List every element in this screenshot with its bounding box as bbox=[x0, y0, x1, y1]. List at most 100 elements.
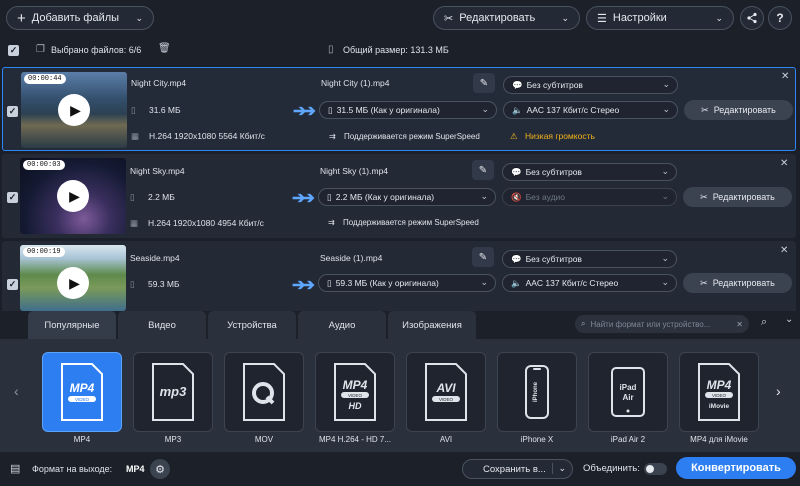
svg-text:VIDEO: VIDEO bbox=[712, 393, 727, 398]
rename-button[interactable]: ✎ bbox=[472, 160, 494, 180]
format-search-input[interactable]: ⌕ Найти формат или устройство... ✕ bbox=[575, 315, 749, 333]
warning-icon: ⚠ bbox=[510, 131, 518, 141]
tab-devices[interactable]: Устройства bbox=[208, 311, 296, 339]
close-icon[interactable]: ✕ bbox=[736, 320, 743, 329]
svg-text:VIDEO: VIDEO bbox=[439, 397, 454, 402]
file-checkbox[interactable]: ✓ bbox=[7, 106, 18, 117]
tools-icon: ✂ bbox=[444, 12, 454, 25]
svg-text:mp3: mp3 bbox=[160, 384, 188, 399]
close-icon[interactable]: ✕ bbox=[780, 158, 788, 169]
format-mp3[interactable]: mp3 bbox=[133, 352, 213, 432]
format-mp4[interactable]: MP4 VIDEO bbox=[42, 352, 122, 432]
format-ipad-air-2[interactable]: iPad Air bbox=[588, 352, 668, 432]
tab-video[interactable]: Видео bbox=[118, 311, 206, 339]
tab-popular[interactable]: Популярные bbox=[28, 311, 116, 339]
subtitles-select[interactable]: 💬 Без субтитров ⌄ bbox=[503, 76, 678, 94]
select-all-checkbox[interactable]: ✓ bbox=[8, 45, 19, 56]
add-files-button[interactable]: + Добавить файлы ⌄ bbox=[6, 6, 154, 30]
play-icon[interactable]: ▶ bbox=[57, 267, 89, 299]
svg-text:MP4: MP4 bbox=[343, 378, 368, 392]
collapse-chevron-icon[interactable]: ⌄ bbox=[785, 314, 793, 325]
output-format-value[interactable]: MP4 bbox=[126, 464, 145, 474]
save-to-button[interactable]: Сохранить в... ⌄ bbox=[462, 459, 573, 479]
audio-select[interactable]: 🔇 Без аудио ⌄ bbox=[502, 188, 677, 206]
output-size-label: 59.3 МБ (Как у оригинала) bbox=[335, 278, 439, 288]
play-icon[interactable]: ▶ bbox=[58, 94, 90, 126]
selection-bar: ✓ ❐ Выбрано файлов: 6/6 🗑 ▯ Общий размер… bbox=[0, 36, 800, 64]
format-label: MP3 bbox=[164, 435, 182, 444]
video-thumbnail[interactable]: 00:00:44 ▶ bbox=[21, 72, 127, 148]
output-size-select[interactable]: ▯ 2.2 МБ (Как у оригинала) ⌄ bbox=[318, 188, 496, 206]
output-settings-button[interactable]: ⚙ bbox=[150, 459, 170, 479]
file-checkbox[interactable]: ✓ bbox=[7, 279, 18, 290]
chevron-down-icon: ⌄ bbox=[561, 12, 569, 23]
rename-button[interactable]: ✎ bbox=[472, 247, 494, 267]
format-label: MP4 H.264 - HD 7... bbox=[318, 435, 392, 444]
subtitles-icon: 💬 bbox=[512, 79, 523, 90]
input-file-name: Night City.mp4 bbox=[131, 78, 187, 88]
chevron-down-icon: ⌄ bbox=[662, 79, 670, 89]
subtitles-select[interactable]: 💬 Без субтитров ⌄ bbox=[502, 163, 677, 181]
trash-icon[interactable]: 🗑 bbox=[158, 43, 171, 54]
format-mp4-hd[interactable]: MP4 VIDEO HD bbox=[315, 352, 395, 432]
convert-button[interactable]: Конвертировать bbox=[676, 457, 796, 479]
video-thumbnail[interactable]: 00:00:19 ▶ bbox=[20, 245, 126, 311]
format-mov[interactable] bbox=[224, 352, 304, 432]
audio-select[interactable]: 🔈 AAC 137 Кбит/с Стерео ⌄ bbox=[502, 274, 677, 292]
svg-text:Air: Air bbox=[622, 393, 633, 402]
close-icon[interactable]: ✕ bbox=[781, 71, 789, 82]
row-edit-button[interactable]: ✂ Редактировать bbox=[683, 273, 792, 293]
file-icon: ▯ bbox=[130, 192, 135, 202]
settings-label: Настройки bbox=[612, 12, 667, 24]
output-size-select[interactable]: ▯ 31.5 МБ (Как у оригинала) ⌄ bbox=[319, 101, 497, 119]
share-button[interactable] bbox=[740, 6, 764, 30]
row-edit-button[interactable]: ✂ Редактировать bbox=[684, 100, 793, 120]
mov-icon bbox=[243, 363, 285, 421]
row-edit-button[interactable]: ✂ Редактировать bbox=[683, 187, 792, 207]
file-row[interactable]: ✓ 00:00:44 ▶ Night City.mp4 ▯ 31.6 МБ ▦ … bbox=[2, 67, 796, 151]
pencil-icon: ✎ bbox=[478, 164, 488, 176]
svg-text:iMovie: iMovie bbox=[709, 403, 730, 410]
tab-images[interactable]: Изображения bbox=[388, 311, 476, 339]
close-icon[interactable]: ✕ bbox=[780, 245, 788, 256]
audio-select[interactable]: 🔈 AAC 137 Кбит/с Стерео ⌄ bbox=[503, 101, 678, 119]
rename-button[interactable]: ✎ bbox=[473, 73, 495, 93]
help-button[interactable]: ? bbox=[768, 6, 792, 30]
gear-icon: ⚙ bbox=[155, 463, 165, 476]
edit-button[interactable]: ✂ Редактировать ⌄ bbox=[433, 6, 580, 30]
avi-icon: AVI VIDEO bbox=[425, 363, 467, 421]
svg-text:MP4: MP4 bbox=[70, 381, 95, 395]
mp4-icon: MP4 VIDEO bbox=[61, 363, 103, 421]
input-file-size: 2.2 МБ bbox=[148, 192, 175, 202]
format-mp4-imovie[interactable]: MP4 VIDEO iMovie bbox=[679, 352, 759, 432]
chevron-down-icon[interactable]: ⌄ bbox=[552, 463, 566, 474]
file-checkbox[interactable]: ✓ bbox=[7, 192, 18, 203]
format-panel: ‹ › MP4 VIDEO MP4 mp3 MP3 MOV MP4 VIDEO … bbox=[0, 339, 800, 452]
merge-toggle[interactable] bbox=[644, 463, 667, 475]
subtitles-label: Без субтитров bbox=[525, 167, 582, 177]
settings-button[interactable]: ☰ Настройки ⌄ bbox=[586, 6, 734, 30]
tab-audio[interactable]: Аудио bbox=[298, 311, 386, 339]
device-detect-icon[interactable]: ⌕ bbox=[761, 316, 767, 329]
chevron-left-icon[interactable]: ‹ bbox=[14, 383, 19, 399]
output-size-select[interactable]: ▯ 59.3 МБ (Как у оригинала) ⌄ bbox=[318, 274, 496, 292]
subtitles-select[interactable]: 💬 Без субтитров ⌄ bbox=[502, 250, 677, 268]
format-avi[interactable]: AVI VIDEO bbox=[406, 352, 486, 432]
duration-badge: 00:00:19 bbox=[23, 247, 65, 257]
play-icon[interactable]: ▶ bbox=[57, 180, 89, 212]
superspeed-icon: ⇉ bbox=[328, 218, 335, 227]
file-row[interactable]: ✓ 00:00:03 ▶ Night Sky.mp4 ▯ 2.2 МБ ▦ H.… bbox=[2, 154, 796, 238]
pencil-icon: ✎ bbox=[478, 251, 488, 263]
video-thumbnail[interactable]: 00:00:03 ▶ bbox=[20, 158, 126, 234]
pencil-icon: ✎ bbox=[479, 77, 489, 89]
chevron-down-icon: ⌄ bbox=[661, 191, 669, 201]
output-format-icon: ▤ bbox=[10, 463, 21, 475]
format-iphone-x[interactable]: iPhone bbox=[497, 352, 577, 432]
input-file-info: H.264 1920x1080 4954 Кбит/с bbox=[148, 218, 264, 228]
chevron-down-icon: ⌄ bbox=[135, 12, 143, 23]
iphone-icon: iPhone bbox=[525, 365, 549, 419]
app-window: + Добавить файлы ⌄ ✂ Редактировать ⌄ ☰ Н… bbox=[0, 0, 800, 486]
chevron-right-icon[interactable]: › bbox=[776, 383, 781, 399]
superspeed-label: Поддерживается режим SuperSpeed bbox=[344, 132, 480, 141]
file-row[interactable]: ✓ 00:00:19 ▶ Seaside.mp4 ▯ 59.3 МБ ➔➔ Se… bbox=[2, 241, 796, 311]
